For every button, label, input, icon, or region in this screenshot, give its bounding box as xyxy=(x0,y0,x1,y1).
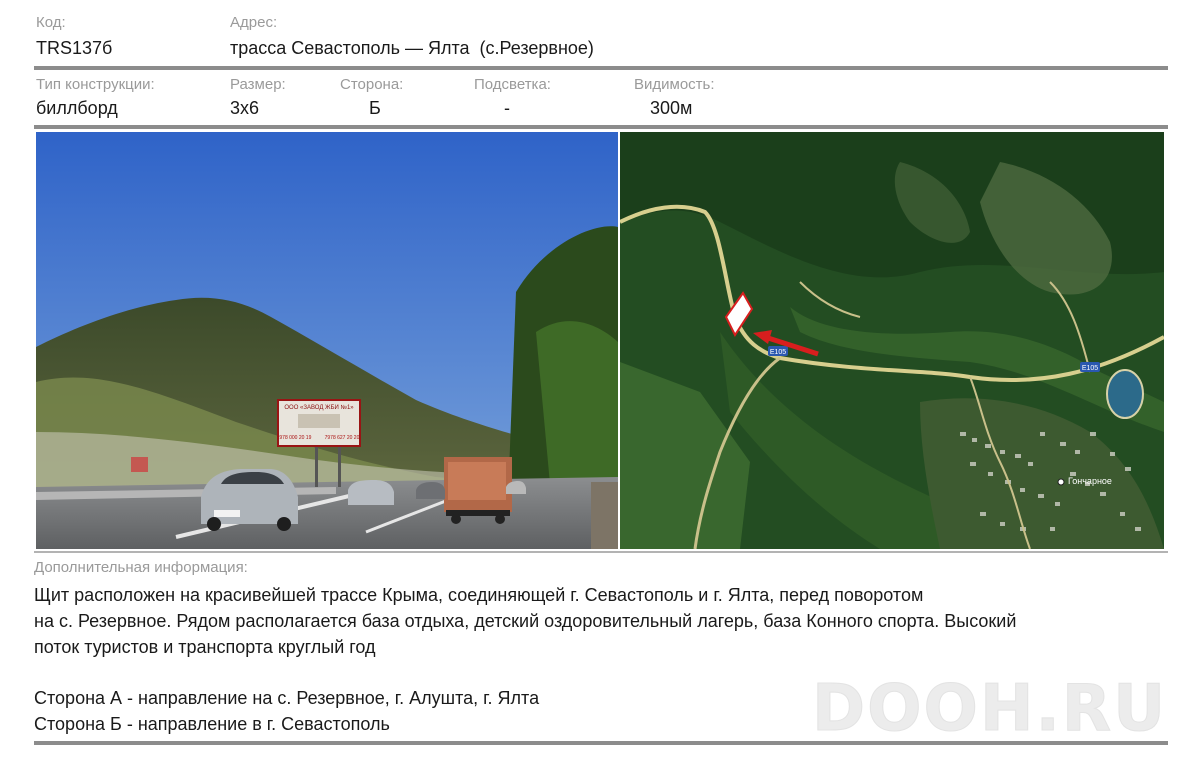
visibility-label: Видимость: xyxy=(634,76,715,93)
code-value: TRS137б xyxy=(36,38,113,58)
side-a-direction: Сторона А - направление на с. Резервное,… xyxy=(34,688,540,708)
info-line-3: поток туристов и транспорта круглый год xyxy=(34,637,376,657)
address-value: трасса Севастополь — Ялта (с.Резервное) xyxy=(230,38,594,58)
size-label: Размер: xyxy=(230,76,286,93)
village-dot-icon xyxy=(1057,478,1065,486)
side-b-direction: Сторона Б - направление в г. Севастополь xyxy=(34,714,390,734)
footer-divider xyxy=(34,741,1168,745)
visibility-value: 300м xyxy=(650,98,693,118)
billboard-line-3: 7978 627 20 20 xyxy=(325,435,360,441)
lighting-value: - xyxy=(504,98,510,118)
info-line-2: на с. Резервное. Рядом располагается баз… xyxy=(34,611,1017,631)
header-divider-1 xyxy=(34,66,1168,70)
satellite-map-image: Е105 Е105 Гончарное xyxy=(620,132,1164,549)
watermark-logo: DOOH.RU xyxy=(811,672,1168,747)
photo-divider xyxy=(34,551,1168,553)
road-badge-1: Е105 xyxy=(770,349,786,356)
address-label: Адрес: xyxy=(230,14,278,31)
billboard-line-2: 7978 000 20 19 xyxy=(277,435,312,441)
location-map: Е105 Е105 Гончарное xyxy=(620,132,1164,549)
road-badge-2: Е105 xyxy=(1082,365,1098,372)
site-photo-image: ООО «ЗАВОД ЖБИ №1» 7978 000 20 19 7978 6… xyxy=(36,132,618,549)
header-divider-2 xyxy=(34,125,1168,129)
additional-info-label: Дополнительная информация: xyxy=(34,559,248,576)
village-label: Гончарное xyxy=(1068,476,1112,486)
site-photo: ООО «ЗАВОД ЖБИ №1» 7978 000 20 19 7978 6… xyxy=(36,132,618,549)
code-label: Код: xyxy=(36,14,66,31)
lighting-label: Подсветка: xyxy=(474,76,551,93)
size-value: 3х6 xyxy=(230,98,260,118)
construction-type-label: Тип конструкции: xyxy=(36,76,155,93)
info-line-1: Щит расположен на красивейшей трассе Кры… xyxy=(34,585,924,605)
side-label: Сторона: xyxy=(340,76,404,93)
construction-type-value: биллборд xyxy=(36,98,118,118)
billboard-line-1: ООО «ЗАВОД ЖБИ №1» xyxy=(284,404,354,411)
side-value: Б xyxy=(369,98,381,118)
